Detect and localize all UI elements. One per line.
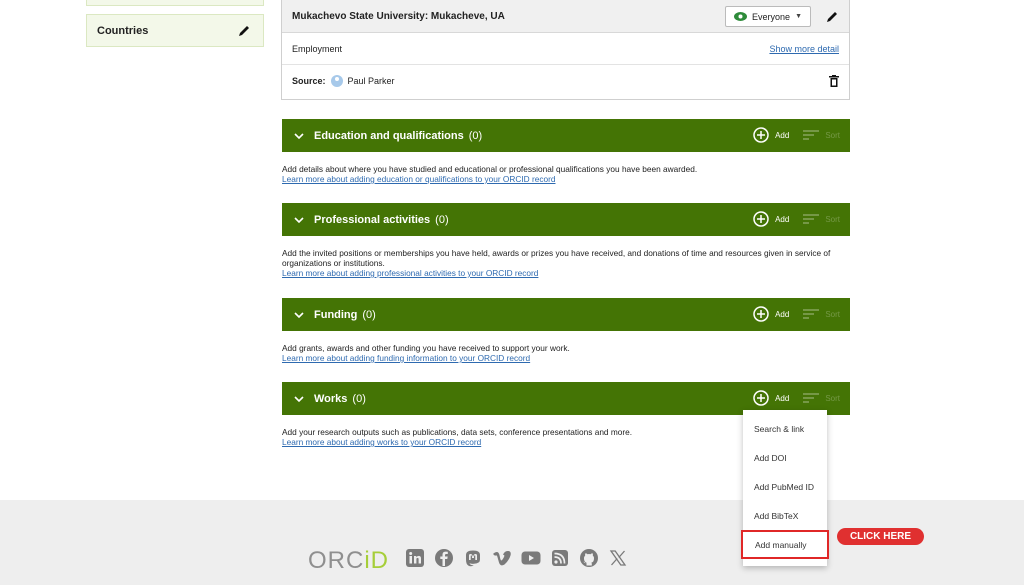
orcid-logo[interactable]: ORCiD bbox=[308, 547, 389, 575]
employment-header: Mukachevo State University: Mukacheve, U… bbox=[282, 0, 849, 33]
education-section-header[interactable]: Education and qualifications (0) Add Sor… bbox=[282, 119, 850, 152]
add-button[interactable]: Add bbox=[775, 131, 789, 140]
sort-icon[interactable] bbox=[803, 214, 820, 224]
section-title: Funding bbox=[314, 308, 358, 321]
menu-item-add-pubmed-id[interactable]: Add PubMed ID bbox=[743, 472, 827, 501]
menu-item-add-doi[interactable]: Add DOI bbox=[743, 443, 827, 472]
avatar-icon bbox=[330, 75, 343, 87]
social-links bbox=[405, 548, 628, 568]
click-here-annotation: CLICK HERE bbox=[837, 528, 924, 545]
github-icon[interactable] bbox=[579, 548, 599, 568]
professional-activities-description: Add the invited positions or memberships… bbox=[282, 248, 857, 278]
sidebar-card-above bbox=[86, 0, 264, 6]
trash-icon[interactable] bbox=[829, 75, 839, 87]
add-button[interactable]: Add bbox=[775, 310, 789, 319]
funding-section-header[interactable]: Funding (0) Add Sort bbox=[282, 298, 850, 331]
add-circle-icon[interactable] bbox=[753, 390, 769, 406]
pencil-icon[interactable] bbox=[825, 10, 839, 24]
sort-icon[interactable] bbox=[803, 393, 820, 403]
menu-item-add-manually[interactable]: Add manually bbox=[741, 530, 829, 559]
sort-icon[interactable] bbox=[803, 309, 820, 319]
vimeo-icon[interactable] bbox=[492, 548, 512, 568]
works-add-menu: Search & link Add DOI Add PubMed ID Add … bbox=[741, 410, 829, 566]
section-count: (0) bbox=[468, 129, 483, 142]
eye-icon bbox=[734, 12, 748, 21]
professional-activities-section-header[interactable]: Professional activities (0) Add Sort bbox=[282, 203, 850, 236]
youtube-icon[interactable] bbox=[521, 548, 541, 568]
source-label: Source: bbox=[292, 76, 326, 86]
section-title: Works bbox=[314, 392, 348, 405]
section-title: Education and qualifications bbox=[314, 129, 464, 142]
section-count: (0) bbox=[352, 392, 366, 405]
source-row: Source: Paul Parker bbox=[282, 65, 849, 97]
x-icon[interactable] bbox=[608, 548, 628, 568]
sort-button[interactable]: Sort bbox=[825, 394, 840, 403]
add-circle-icon[interactable] bbox=[753, 127, 769, 143]
section-count: (0) bbox=[362, 308, 376, 321]
chevron-down-icon bbox=[294, 395, 304, 402]
add-circle-icon[interactable] bbox=[753, 211, 769, 227]
employment-title: Mukachevo State University: Mukacheve, U… bbox=[292, 10, 505, 22]
countries-label: Countries bbox=[97, 24, 149, 37]
logo-text: ORC bbox=[308, 547, 365, 574]
education-description: Add details about where you have studied… bbox=[282, 164, 862, 184]
facebook-icon[interactable] bbox=[434, 548, 454, 568]
learn-more-link[interactable]: Learn more about adding works to your OR… bbox=[282, 437, 742, 447]
section-description: Add details about where you have studied… bbox=[282, 164, 698, 174]
section-description: Add grants, awards and other funding you… bbox=[282, 343, 570, 353]
section-description: Add the invited positions or memberships… bbox=[282, 248, 831, 268]
sort-button[interactable]: Sort bbox=[825, 215, 840, 224]
pencil-icon[interactable] bbox=[237, 24, 251, 38]
visibility-dropdown[interactable]: Everyone ▼ bbox=[725, 6, 811, 27]
employment-card: Mukachevo State University: Mukacheve, U… bbox=[281, 0, 850, 100]
orcid-record-page: Countries Mukachevo State University: Mu… bbox=[0, 0, 1024, 585]
sort-icon[interactable] bbox=[803, 130, 820, 140]
funding-description: Add grants, awards and other funding you… bbox=[282, 343, 862, 363]
menu-item-add-bibtex[interactable]: Add BibTeX bbox=[743, 501, 827, 530]
chevron-down-icon: ▼ bbox=[795, 13, 802, 20]
employment-type: Employment bbox=[292, 43, 343, 54]
show-more-detail-link[interactable]: Show more detail bbox=[769, 44, 839, 54]
sort-button[interactable]: Sort bbox=[825, 310, 840, 319]
source-info: Source: Paul Parker bbox=[292, 75, 395, 87]
chevron-down-icon bbox=[294, 311, 304, 318]
learn-more-link[interactable]: Learn more about adding education or qua… bbox=[282, 174, 862, 184]
employment-type-row: Employment Show more detail bbox=[282, 33, 849, 65]
section-description: Add your research outputs such as public… bbox=[282, 427, 633, 437]
works-description: Add your research outputs such as public… bbox=[282, 427, 742, 447]
section-title: Professional activities bbox=[314, 213, 431, 226]
section-count: (0) bbox=[435, 213, 449, 226]
add-circle-icon[interactable] bbox=[753, 306, 769, 322]
visibility-label: Everyone bbox=[752, 11, 791, 22]
linkedin-icon[interactable] bbox=[405, 548, 425, 568]
add-button[interactable]: Add bbox=[775, 394, 789, 403]
learn-more-link[interactable]: Learn more about adding professional act… bbox=[282, 268, 857, 278]
chevron-down-icon bbox=[294, 132, 304, 139]
chevron-down-icon bbox=[294, 216, 304, 223]
sort-button[interactable]: Sort bbox=[825, 131, 840, 140]
logo-id: iD bbox=[364, 547, 390, 574]
source-name: Paul Parker bbox=[347, 76, 395, 86]
learn-more-link[interactable]: Learn more about adding funding informat… bbox=[282, 353, 862, 363]
rss-icon[interactable] bbox=[550, 548, 570, 568]
menu-item-search-link[interactable]: Search & link bbox=[743, 414, 827, 443]
sidebar-countries-card: Countries bbox=[86, 14, 264, 47]
add-button[interactable]: Add bbox=[775, 215, 789, 224]
mastodon-icon[interactable] bbox=[463, 548, 483, 568]
